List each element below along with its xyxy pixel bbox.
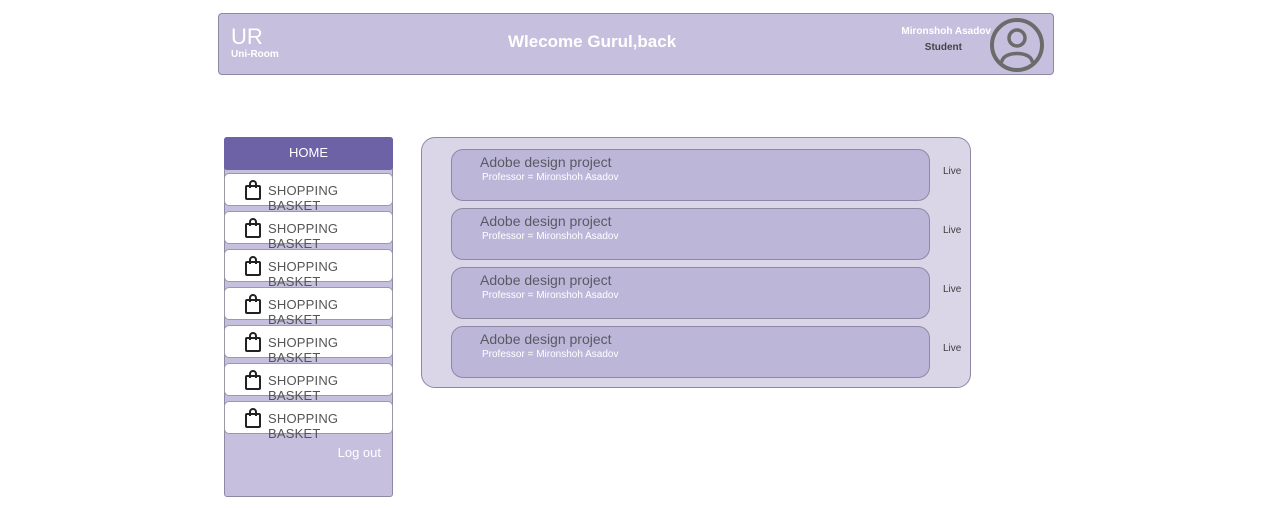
logout-link[interactable]: Log out [338,445,381,460]
project-card[interactable]: Adobe design project Professor = Mironsh… [451,267,930,319]
user-circle-icon[interactable] [989,17,1045,73]
sidebar-item-label: SHOPPING BASKET [268,411,339,441]
project-card[interactable]: Adobe design project Professor = Mironsh… [451,149,930,201]
project-title: Adobe design project [480,154,612,170]
project-title: Adobe design project [480,213,612,229]
sidebar-item-shopping-basket[interactable]: SHOPPING BASKET [224,325,393,365]
sidebar-item-shopping-basket[interactable]: SHOPPING BASKET [224,173,393,213]
project-professor: Professor = Mironshoh Asadov [482,349,619,360]
sidebar-item-shopping-basket[interactable]: SHOPPING BASKET [224,287,393,327]
sidebar: HOME SHOPPING BASKET SHOPPING BASKET SHO… [224,137,393,497]
project-professor: Professor = Mironshoh Asadov [482,231,619,242]
logo-subtitle: Uni-Room [231,49,279,60]
sidebar-item-label: SHOPPING BASKET [268,259,339,289]
sidebar-item-label: SHOPPING BASKET [268,183,339,213]
sidebar-item-label: SHOPPING BASKET [268,221,339,251]
shopping-bag-icon [245,332,261,352]
app-logo[interactable]: UR Uni-Room [231,24,279,60]
shopping-bag-icon [245,294,261,314]
project-card[interactable]: Adobe design project Professor = Mironsh… [451,208,930,260]
status-badge: Live [943,343,962,354]
welcome-message: Wlecome Gurul,back [508,32,677,51]
shopping-bag-icon [245,370,261,390]
project-professor: Professor = Mironshoh Asadov [482,172,619,183]
sidebar-item-home[interactable]: HOME [224,137,393,170]
logo-initials: UR [231,24,263,49]
sidebar-item-shopping-basket[interactable]: SHOPPING BASKET [224,401,393,441]
sidebar-item-shopping-basket[interactable]: SHOPPING BASKET [224,249,393,289]
sidebar-item-shopping-basket[interactable]: SHOPPING BASKET [224,363,393,403]
shopping-bag-icon [245,256,261,276]
status-badge: Live [943,166,962,177]
shopping-bag-icon [245,408,261,428]
shopping-bag-icon [245,180,261,200]
sidebar-item-label: SHOPPING BASKET [268,373,339,403]
project-title: Adobe design project [480,331,612,347]
sidebar-item-label: SHOPPING BASKET [268,335,339,365]
shopping-bag-icon [245,218,261,238]
user-role: Student [924,42,962,53]
project-title: Adobe design project [480,272,612,288]
project-professor: Professor = Mironshoh Asadov [482,290,619,301]
user-name: Mironshoh Asadov [901,26,991,37]
projects-panel: Adobe design project Professor = Mironsh… [421,137,971,388]
top-header: UR Uni-Room Wlecome Gurul,back Mironshoh… [218,13,1054,75]
status-badge: Live [943,225,962,236]
sidebar-item-shopping-basket[interactable]: SHOPPING BASKET [224,211,393,251]
sidebar-item-label: SHOPPING BASKET [268,297,339,327]
status-badge: Live [943,284,962,295]
project-card[interactable]: Adobe design project Professor = Mironsh… [451,326,930,378]
